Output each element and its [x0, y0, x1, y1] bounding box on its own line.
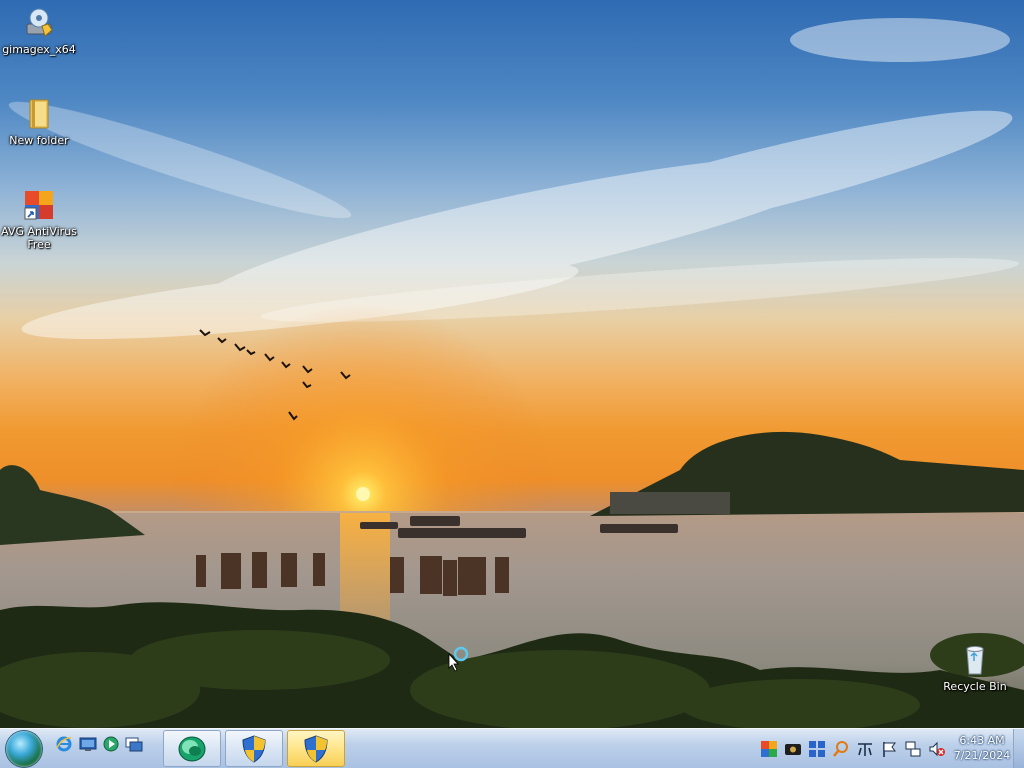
avg-shortcut-icon — [22, 188, 56, 222]
volume-muted-icon[interactable] — [928, 740, 946, 758]
clock-time: 6:43 AM — [959, 734, 1005, 747]
search-tray-icon[interactable] — [832, 740, 850, 758]
desktop-icon-label: gimagex_x64 — [2, 43, 76, 56]
taskbar-button-media-center[interactable] — [163, 730, 221, 767]
show-desktop-icon[interactable] — [79, 735, 97, 753]
avg-tray-icon[interactable] — [760, 740, 778, 758]
recycle-bin-icon — [958, 643, 992, 677]
gimagex-drive-icon — [22, 6, 56, 40]
media-player-icon[interactable] — [102, 735, 120, 753]
uac-shield-icon — [241, 735, 267, 767]
window-switch-icon[interactable] — [125, 735, 143, 753]
network-icon[interactable] — [904, 740, 922, 758]
language-tray-icon[interactable] — [856, 740, 874, 758]
desktop-icon-label: Recycle Bin — [943, 680, 1007, 693]
clock[interactable]: 6:43 AM 7/21/2024 — [952, 733, 1012, 763]
desktop-icon-recycle-bin[interactable]: Recycle Bin — [937, 643, 1013, 693]
desktop-icon-label: AVG AntiVirus Free — [1, 225, 77, 251]
desktop-icon-new-folder[interactable]: New folder — [1, 97, 77, 147]
grid-tray-icon[interactable] — [808, 740, 826, 758]
windows-media-center-icon — [177, 734, 207, 768]
desktop[interactable]: gimagex_x64 New folder AVG AntiVirus Fre… — [0, 0, 1024, 728]
taskbar-button-uac-2[interactable] — [287, 730, 345, 767]
camera-tray-icon[interactable] — [784, 740, 802, 758]
wallpaper-image — [0, 18, 1024, 728]
action-center-flag-icon[interactable] — [880, 740, 898, 758]
start-orb-icon[interactable] — [6, 731, 42, 767]
desktop-icon-label: New folder — [9, 134, 69, 147]
taskbar-button-uac-1[interactable] — [225, 730, 283, 767]
taskbar: 6:43 AM 7/21/2024 — [0, 728, 1024, 768]
uac-shield-icon — [303, 735, 329, 767]
desktop-icon-avg[interactable]: AVG AntiVirus Free — [1, 188, 77, 251]
clock-date: 7/21/2024 — [953, 749, 1011, 762]
show-desktop-button[interactable] — [1013, 729, 1024, 768]
desktop-icon-gimagex[interactable]: gimagex_x64 — [1, 6, 77, 56]
internet-explorer-icon[interactable] — [55, 735, 73, 753]
folder-icon — [22, 97, 56, 131]
